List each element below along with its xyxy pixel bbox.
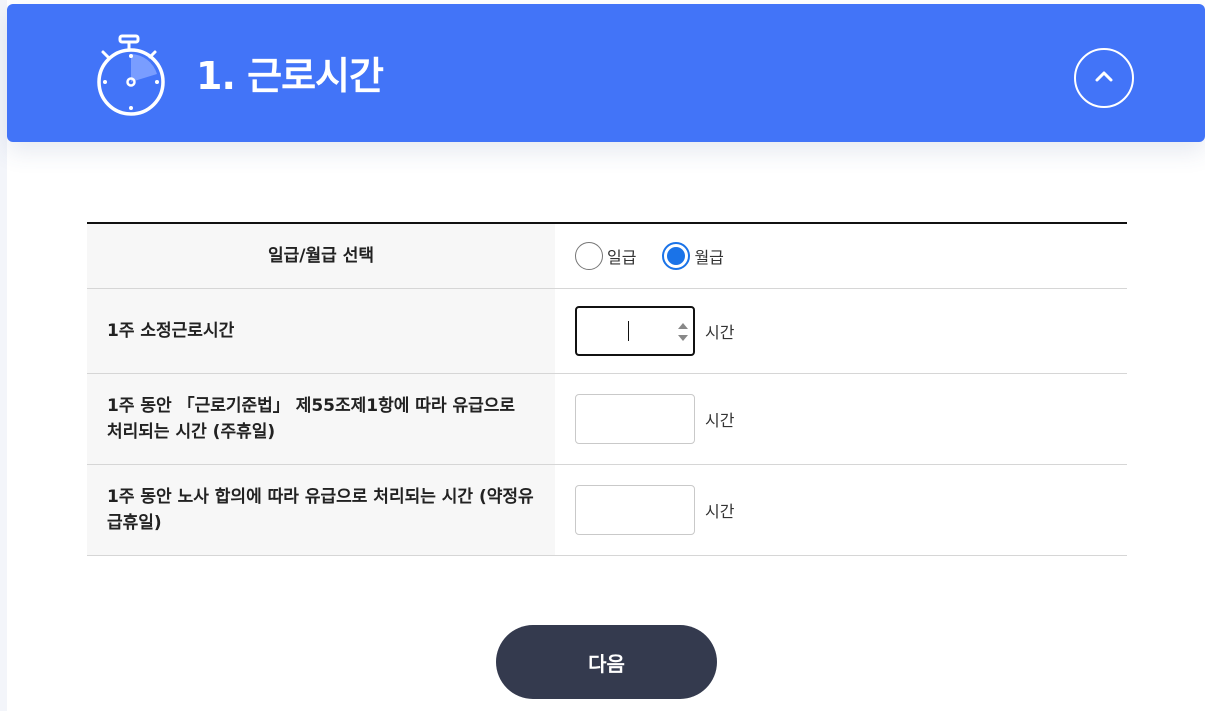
weekly-hours-label: 1주 소정근로시간	[87, 289, 555, 373]
working-hours-form: 일급/월급 선택 일급 월급 1주 소정근로시간 시간 1주 동안 「근로기준법…	[87, 222, 1127, 556]
form-row-weekly-hours: 1주 소정근로시간 시간	[87, 289, 1127, 374]
page: 1. 근로시간 일급/월급 선택 일급 월급 1주 소정근로시간 시간 1주 동…	[0, 0, 1205, 711]
stopwatch-icon	[89, 32, 169, 118]
radio-monthly-wage[interactable]: 월급	[662, 242, 724, 270]
pay-type-label: 일급/월급 선택	[87, 224, 555, 288]
form-row-pay-type: 일급/월급 선택 일급 월급	[87, 224, 1127, 289]
weekly-holiday-unit: 시간	[705, 411, 735, 430]
agreed-holiday-label: 1주 동안 노사 합의에 따라 유급으로 처리되는 시간 (약정유급휴일)	[87, 465, 555, 555]
pay-type-radio-group: 일급 월급	[575, 242, 750, 270]
agreed-holiday-input[interactable]	[575, 485, 695, 535]
chevron-up-icon	[1092, 64, 1116, 92]
spinner-arrows-icon[interactable]	[677, 320, 689, 344]
text-caret	[628, 321, 629, 341]
section-header: 1. 근로시간	[7, 4, 1205, 142]
radio-monthly-label: 월급	[694, 248, 724, 267]
weekly-holiday-label: 1주 동안 「근로기준법」 제55조제1항에 따라 유급으로 처리되는 시간 (…	[87, 374, 555, 464]
agreed-holiday-unit: 시간	[705, 502, 735, 521]
weekly-holiday-input[interactable]	[575, 394, 695, 444]
radio-daily-label: 일급	[607, 248, 637, 267]
radio-daily-wage[interactable]: 일급	[575, 242, 636, 270]
weekly-hours-input[interactable]	[575, 306, 695, 356]
form-row-agreed-holiday: 1주 동안 노사 합의에 따라 유급으로 처리되는 시간 (약정유급휴일) 시간	[87, 465, 1127, 556]
section-title: 1. 근로시간	[196, 54, 384, 98]
radio-daily-circle[interactable]	[575, 242, 603, 270]
collapse-button[interactable]	[1074, 48, 1134, 108]
form-row-weekly-holiday: 1주 동안 「근로기준법」 제55조제1항에 따라 유급으로 처리되는 시간 (…	[87, 374, 1127, 465]
next-button[interactable]: 다음	[496, 625, 717, 699]
radio-monthly-circle[interactable]	[662, 242, 691, 270]
weekly-hours-unit: 시간	[705, 323, 735, 342]
